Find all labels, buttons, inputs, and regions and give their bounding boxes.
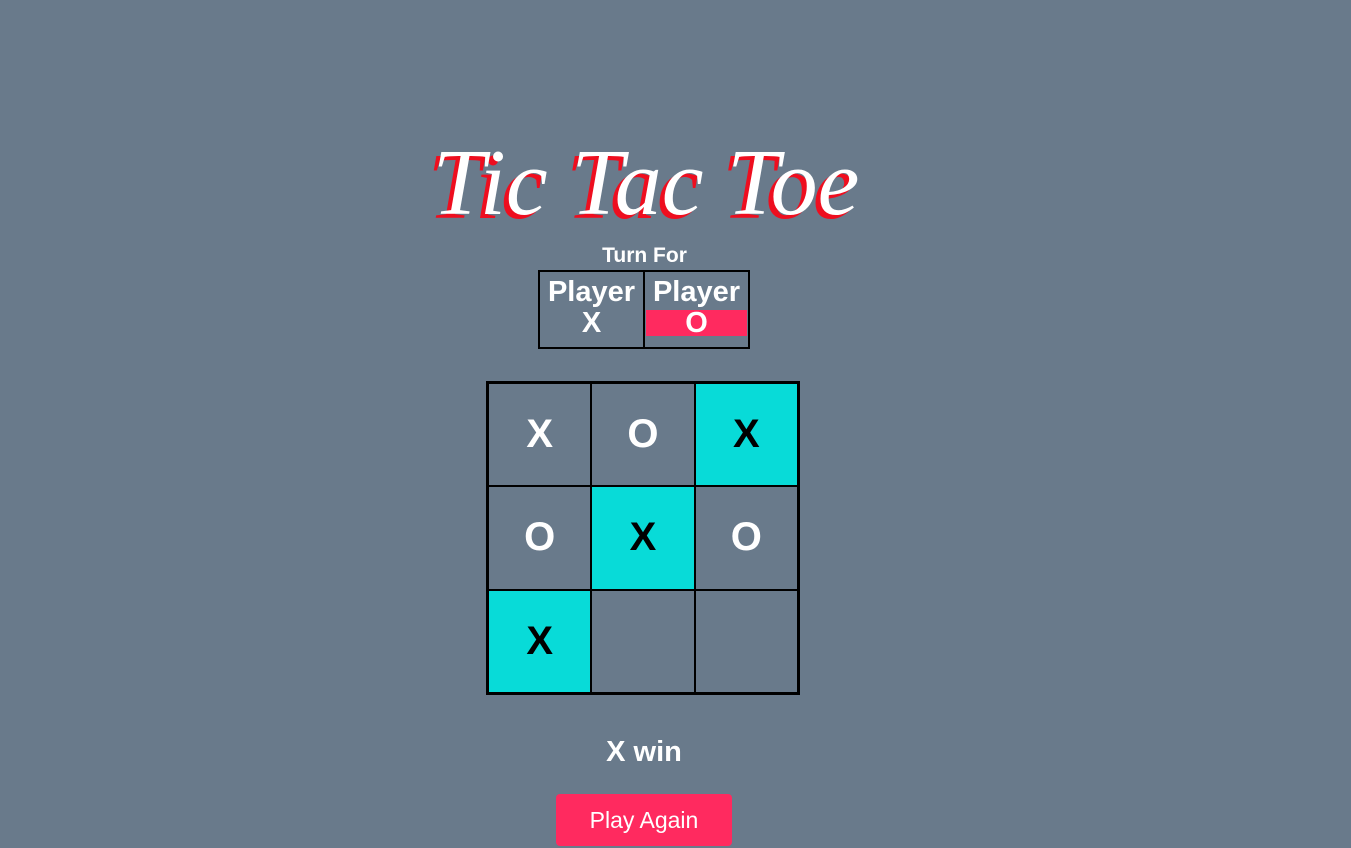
player-o-name: Player [652,276,741,308]
board-cell-4[interactable]: O [488,486,592,590]
board-cell-9[interactable] [694,589,798,693]
board-cell-1[interactable]: X [488,383,592,487]
page-title: Tic Tac Toe [432,131,860,235]
board-cell-6[interactable]: O [694,486,798,590]
turn-indicator: Player X Player O [538,270,750,349]
play-again-button[interactable]: Play Again [556,794,732,846]
board-cell-3[interactable]: X [694,383,798,487]
player-x-indicator: Player X [540,272,643,347]
board-cell-5[interactable]: X [591,486,695,590]
board-cell-8[interactable] [591,589,695,693]
turn-label: Turn For [602,244,687,267]
player-o-mark: O [646,309,747,338]
result-message: X win [606,736,682,768]
player-x-name: Player [547,276,636,308]
player-o-indicator: Player O [643,272,748,347]
game-board: X O X O X O X [486,381,800,695]
board-cell-7[interactable]: X [488,589,592,693]
board-cell-2[interactable]: O [591,383,695,487]
player-x-mark: X [581,307,602,339]
game-page: Tic Tac Toe Turn For Player X Player O X… [0,0,1351,848]
